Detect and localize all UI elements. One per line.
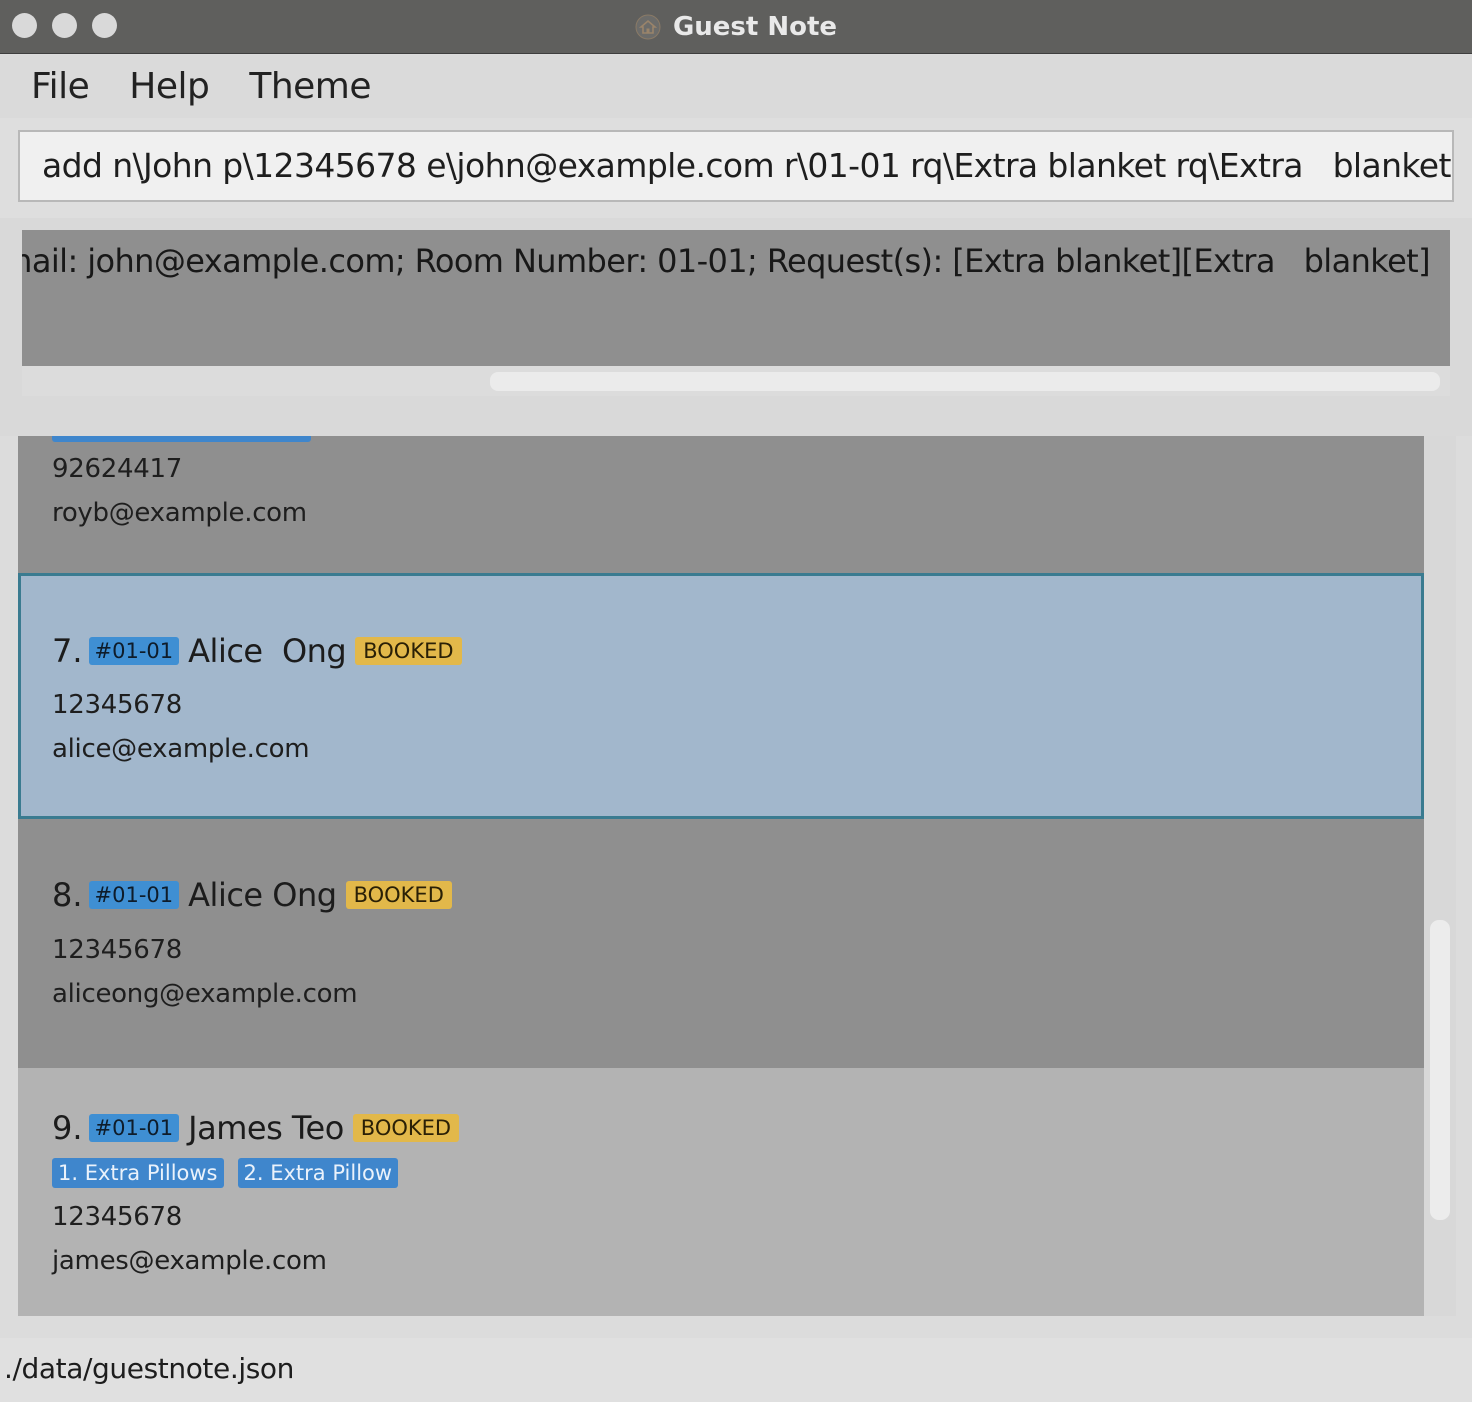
status-bar: ./data/guestnote.json <box>0 1338 1472 1402</box>
guest-header: 8. #01-01 Alice Ong BOOKED <box>52 875 452 915</box>
guest-name: James Teo <box>188 1109 344 1147</box>
guest-name: Alice Ong <box>188 876 337 914</box>
request-tag: 2. Extra Pillow <box>237 1158 399 1188</box>
guest-card[interactable]: 8. #01-01 Alice Ong BOOKED 12345678 alic… <box>18 819 1424 1068</box>
guest-card[interactable]: 92624417 royb@example.com <box>18 436 1424 573</box>
result-display: 678; Email: john@example.com; Room Numbe… <box>22 230 1450 366</box>
guest-phone: 12345678 <box>52 690 182 720</box>
status-badge: BOOKED <box>355 637 462 665</box>
room-tag: #01-01 <box>88 637 180 665</box>
guest-phone: 92624417 <box>52 454 182 484</box>
guest-header: 7. #01-01 Alice Ong BOOKED <box>52 631 462 671</box>
room-tag: #01-01 <box>88 881 180 909</box>
result-scrollbar-thumb[interactable] <box>490 372 1440 391</box>
guest-email: royb@example.com <box>52 498 307 528</box>
status-badge: BOOKED <box>345 881 452 909</box>
room-tag: #01-01 <box>88 1114 180 1142</box>
window-title-group: Guest Note <box>0 0 1472 54</box>
list-scrollbar-thumb[interactable] <box>1430 920 1450 1220</box>
guest-index: 9. <box>52 1109 83 1147</box>
guest-phone: 12345678 <box>52 1202 182 1232</box>
command-input-text: add n\John p\12345678 e\john@example.com… <box>42 146 1451 185</box>
title-bar: Guest Note <box>0 0 1472 54</box>
guest-index: 7. <box>52 632 83 670</box>
request-tag: 1. Extra Pillows <box>52 1158 224 1188</box>
guest-list[interactable]: 92624417 royb@example.com 7. #01-01 Alic… <box>18 436 1424 1316</box>
request-tag <box>52 436 311 442</box>
guest-email: aliceong@example.com <box>52 979 358 1009</box>
house-icon <box>635 14 661 40</box>
menu-theme[interactable]: Theme <box>249 66 371 107</box>
menu-help[interactable]: Help <box>129 66 210 107</box>
guest-email: james@example.com <box>52 1246 327 1276</box>
menu-file[interactable]: File <box>31 66 90 107</box>
data-file-path: ./data/guestnote.json <box>4 1352 294 1385</box>
window-title: Guest Note <box>672 12 838 42</box>
result-text: 678; Email: john@example.com; Room Numbe… <box>22 242 1431 280</box>
command-input[interactable]: add n\John p\12345678 e\john@example.com… <box>18 130 1454 202</box>
guest-email: alice@example.com <box>52 734 310 764</box>
guest-header: 9. #01-01 James Teo BOOKED <box>52 1108 460 1148</box>
menu-bar: File Help Theme <box>0 55 1472 118</box>
guest-index: 8. <box>52 876 83 914</box>
request-tags: 1. Extra Pillows 2. Extra Pillow <box>52 1158 399 1188</box>
status-badge: BOOKED <box>352 1114 460 1142</box>
guest-phone: 12345678 <box>52 935 182 965</box>
guest-card-selected[interactable]: 7. #01-01 Alice Ong BOOKED 12345678 alic… <box>18 573 1424 819</box>
guest-name: Alice Ong <box>188 632 347 670</box>
guest-card[interactable]: 9. #01-01 James Teo BOOKED 1. Extra Pill… <box>18 1068 1424 1316</box>
